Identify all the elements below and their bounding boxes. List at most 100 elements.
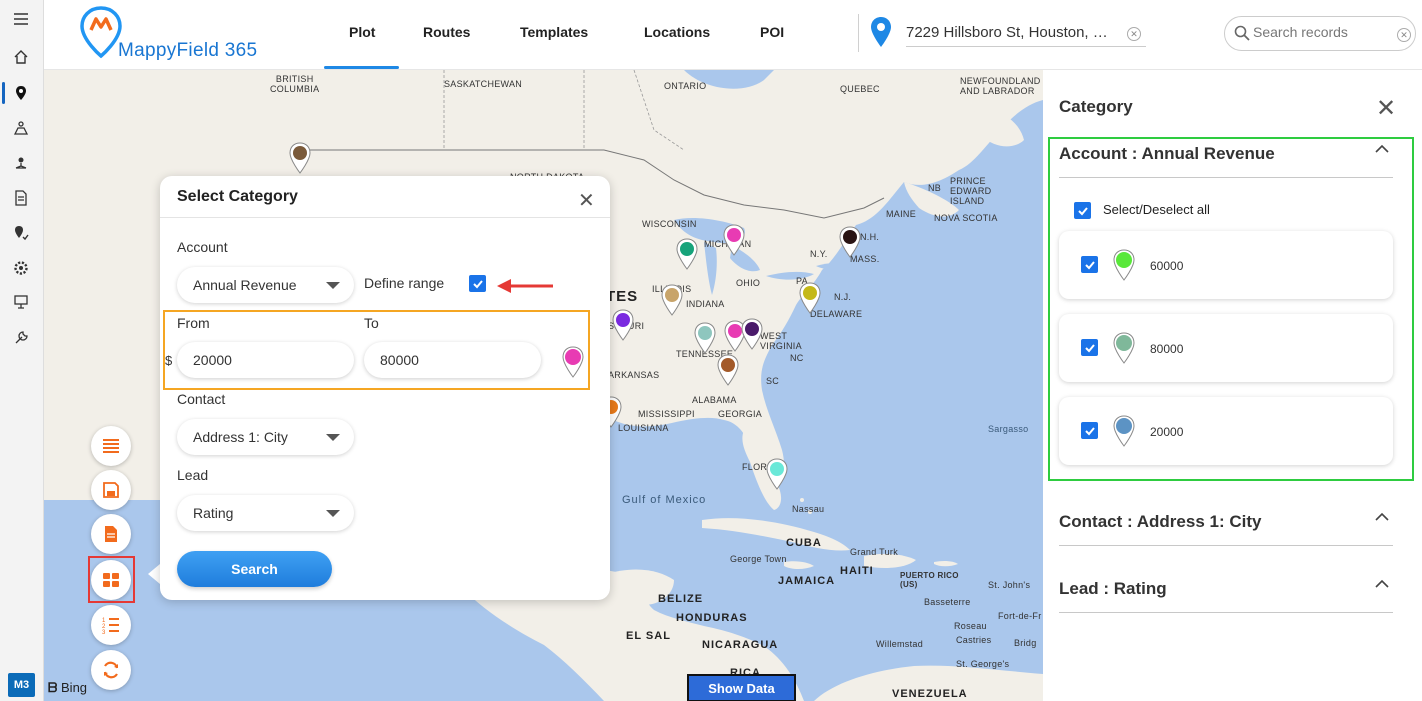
checkmark-icon (1077, 206, 1088, 215)
category-item-value: 80000 (1150, 342, 1184, 356)
category-item[interactable]: 20000 (1059, 397, 1393, 465)
tab-templates[interactable]: Templates (520, 24, 588, 40)
pin-check-icon[interactable] (10, 222, 32, 244)
close-icon[interactable]: ✕ (578, 188, 595, 213)
tools-icon[interactable] (10, 327, 32, 349)
chevron-up-icon[interactable] (1375, 577, 1389, 591)
checkmark-icon (1084, 343, 1095, 352)
search-button[interactable]: Search (177, 551, 332, 587)
location-pin-icon[interactable] (10, 82, 32, 104)
section-title-contact[interactable]: Contact : Address 1: City (1059, 512, 1261, 532)
active-tab-indicator (324, 66, 399, 69)
map-pin[interactable] (766, 458, 788, 490)
to-input[interactable]: 80000 (364, 342, 541, 378)
tab-poi[interactable]: POI (760, 24, 784, 40)
lead-dropdown[interactable]: Rating (177, 495, 354, 531)
bing-logo: ᗷ Bing (48, 680, 88, 695)
close-icon[interactable]: ✕ (1376, 94, 1396, 123)
chevron-up-icon[interactable] (1375, 142, 1389, 156)
map-label: N.H. (860, 232, 880, 242)
from-label: From (177, 315, 210, 331)
map-pin[interactable] (839, 226, 861, 258)
map-label: ALABAMA (692, 395, 737, 405)
map-label: Grand Turk (850, 547, 899, 557)
tab-plot[interactable]: Plot (349, 24, 375, 40)
map-canvas[interactable]: BRITISH COLUMBIA SASKATCHEWAN ONTARIO QU… (44, 70, 1043, 701)
chevron-down-icon (326, 282, 340, 289)
report-button[interactable] (91, 514, 131, 554)
save-icon (103, 482, 119, 498)
map-pin[interactable] (289, 142, 311, 174)
map-label: ONTARIO (664, 81, 707, 91)
map-label: EL SAL (626, 630, 671, 642)
popup-title: Select Category (177, 188, 298, 205)
document-icon[interactable] (10, 187, 32, 209)
map-pin[interactable] (661, 284, 683, 316)
category-item-checkbox[interactable] (1081, 339, 1098, 356)
checkmark-icon (1084, 260, 1095, 269)
chevron-up-icon[interactable] (1375, 510, 1389, 524)
map-route-icon[interactable] (10, 117, 32, 139)
map-pin[interactable] (799, 282, 821, 314)
list-view-button[interactable] (91, 426, 131, 466)
search-input[interactable] (1253, 24, 1393, 40)
from-value: 20000 (193, 352, 232, 368)
save-button[interactable] (91, 470, 131, 510)
category-item[interactable]: 60000 (1059, 231, 1393, 299)
contact-dropdown[interactable]: Address 1: City (177, 419, 354, 455)
tab-locations[interactable]: Locations (644, 24, 710, 40)
define-range-label: Define range (364, 275, 445, 291)
left-rail: M3 (0, 0, 44, 701)
section-title-account[interactable]: Account : Annual Revenue (1059, 144, 1275, 164)
map-label: TES (606, 288, 639, 305)
map-pin[interactable] (694, 322, 716, 354)
map-pin[interactable] (612, 309, 634, 341)
account-dropdown[interactable]: Annual Revenue (177, 267, 354, 303)
select-all-checkbox[interactable] (1074, 202, 1091, 219)
numbered-list-button[interactable]: 123 (91, 605, 131, 645)
color-pin-icon (1113, 249, 1135, 281)
map-label: QUEBEC (840, 84, 880, 94)
section-title-lead[interactable]: Lead : Rating (1059, 579, 1167, 599)
show-data-button[interactable]: Show Data (687, 674, 796, 701)
map-label: LOUISIANA (618, 423, 669, 433)
map-label: St. John's (988, 580, 1031, 590)
address-field[interactable]: 7229 Hillsboro St, Houston, … (906, 24, 1146, 47)
map-pin[interactable] (741, 318, 763, 350)
chevron-down-icon (326, 510, 340, 517)
map-label: NEWFOUNDLAND AND LABRADOR (960, 76, 1041, 96)
user-avatar[interactable]: M3 (8, 673, 35, 697)
define-range-checkbox[interactable] (469, 275, 486, 292)
home-icon[interactable] (10, 46, 32, 68)
map-label: N.Y. (810, 249, 828, 259)
category-item-checkbox[interactable] (1081, 256, 1098, 273)
settings-icon[interactable] (10, 257, 32, 279)
app-window: M3 MappyField 365 Plot Routes Templates … (0, 0, 1422, 701)
refresh-button[interactable] (91, 650, 131, 690)
to-label: To (364, 315, 379, 331)
tab-routes[interactable]: Routes (423, 24, 470, 40)
map-pin[interactable] (723, 224, 745, 256)
menu-icon[interactable] (10, 8, 32, 30)
search-records-box[interactable]: ✕ (1224, 16, 1416, 51)
to-value: 80000 (380, 352, 419, 368)
map-pin[interactable] (717, 354, 739, 386)
checkmark-icon (472, 279, 483, 288)
from-input[interactable]: 20000 (177, 342, 354, 378)
map-label: Castries (956, 635, 992, 645)
category-item-checkbox[interactable] (1081, 422, 1098, 439)
map-label: St. George's (956, 659, 1010, 669)
category-item[interactable]: 80000 (1059, 314, 1393, 382)
lead-dropdown-value: Rating (193, 505, 234, 521)
map-pin[interactable] (676, 238, 698, 270)
popup-divider (160, 217, 610, 218)
account-dropdown-value: Annual Revenue (193, 277, 297, 293)
header-divider (858, 14, 859, 52)
search-clear-icon[interactable]: ✕ (1397, 28, 1411, 42)
map-label: WISCONSIN (642, 219, 697, 229)
address-clear-icon[interactable]: ✕ (1127, 27, 1141, 41)
range-color-pin-icon[interactable] (562, 346, 584, 378)
map-label: HAITI (840, 565, 874, 577)
presentation-icon[interactable] (10, 291, 32, 313)
network-icon[interactable] (10, 152, 32, 174)
